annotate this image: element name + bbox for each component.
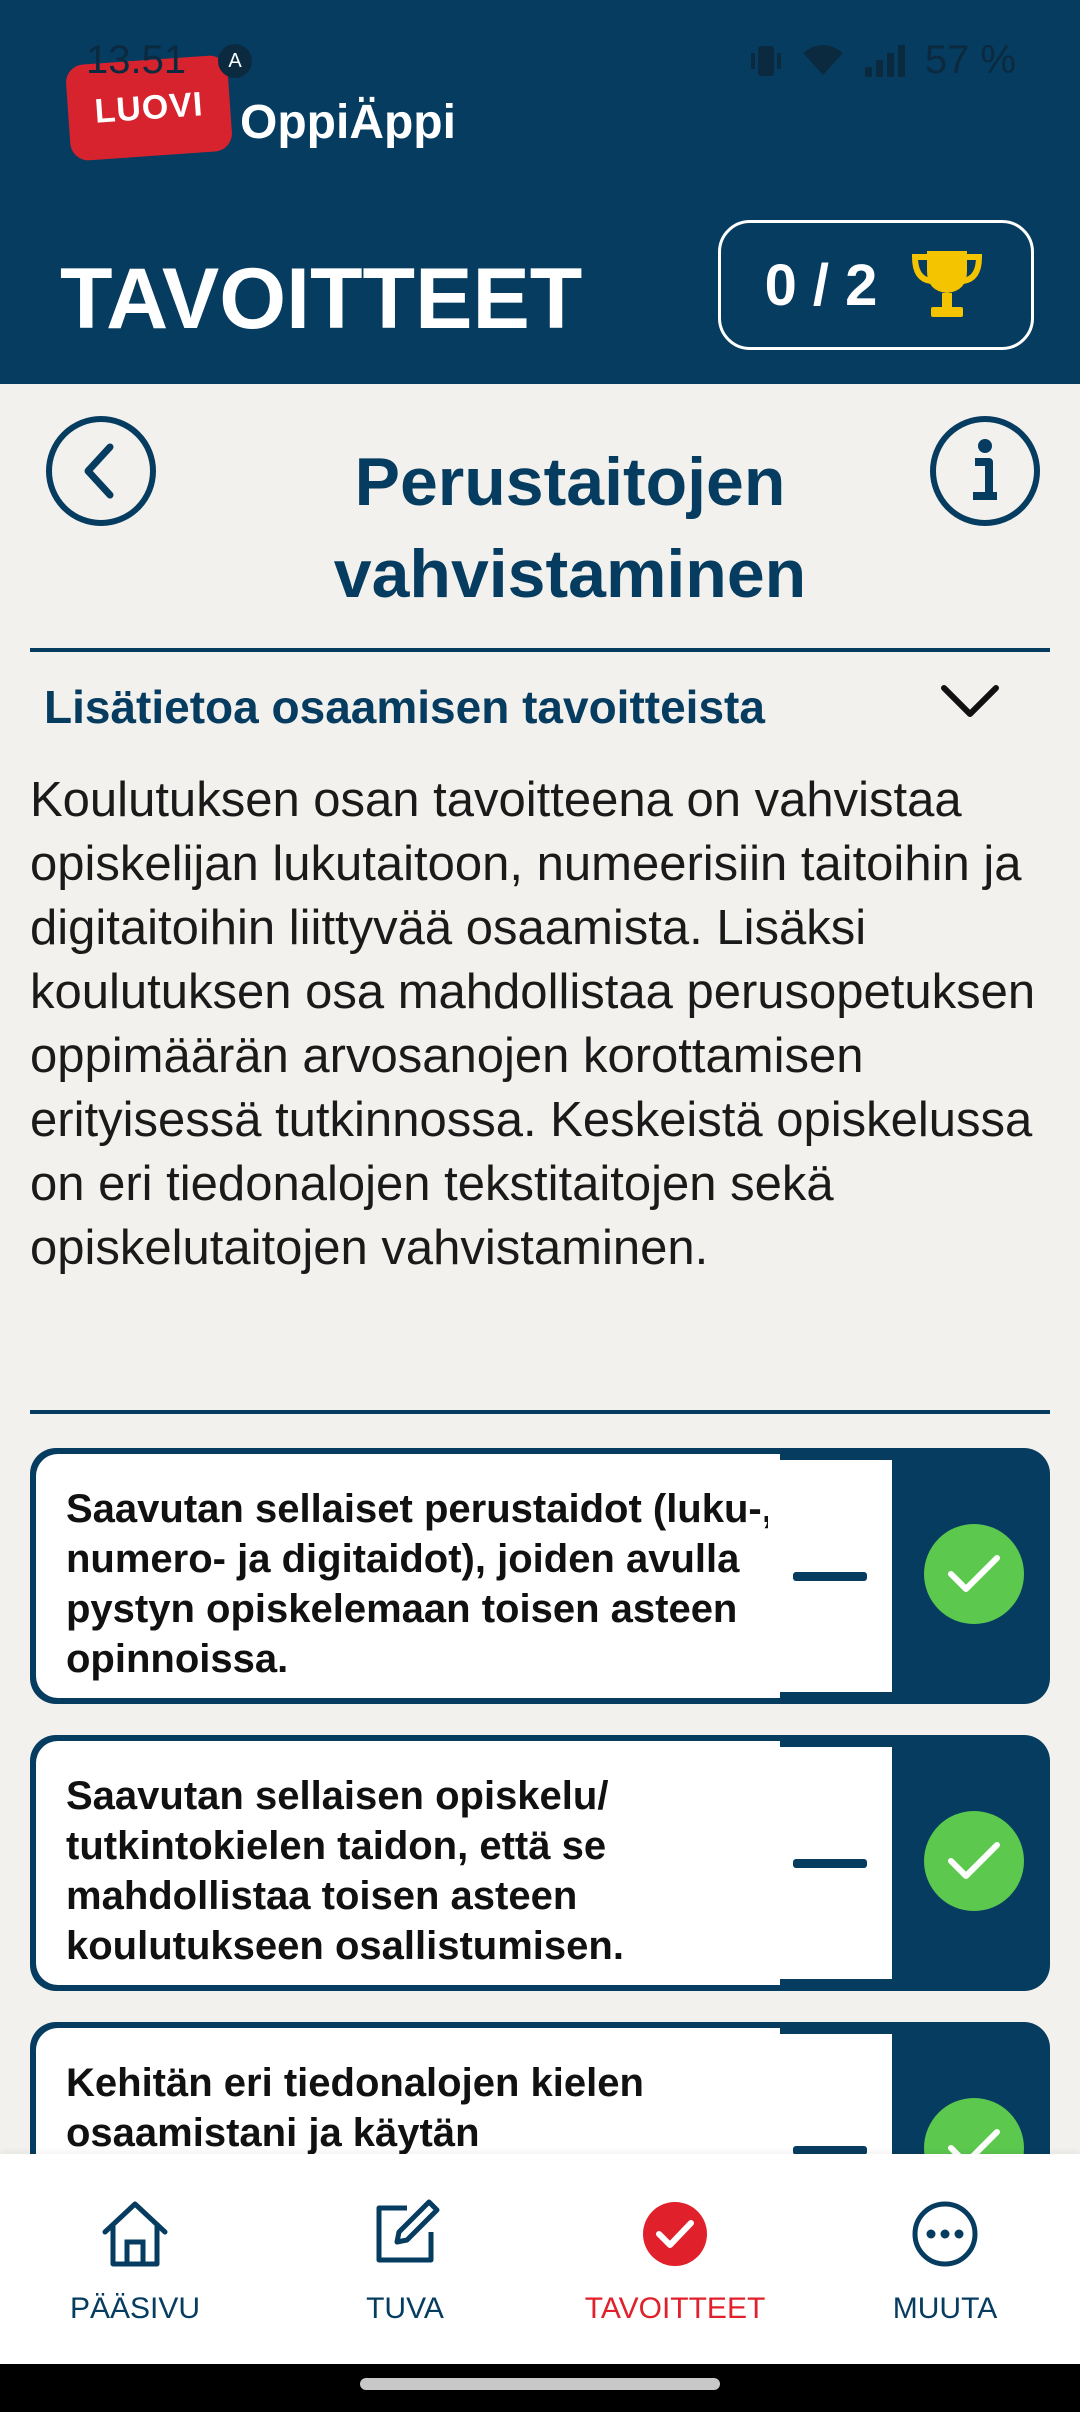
goal-card: Saavutan sellaiset perustaidot (luku-, n…: [30, 1448, 1050, 1704]
wifi-icon: [802, 44, 843, 75]
title-line-2: vahvistaminen: [333, 536, 807, 612]
info-button[interactable]: [930, 416, 1040, 526]
page-title: TAVOITTEET: [60, 251, 583, 347]
divider-top: [30, 648, 1050, 652]
goal-group-header: Perustaitojen vahvistaminen: [30, 384, 1050, 654]
home-icon: [102, 2201, 168, 2267]
minus-icon: [793, 1858, 867, 1868]
nav-label-tuva: TUVA: [366, 2292, 444, 2325]
edit-icon: [376, 2199, 440, 2263]
check-circle-icon: [643, 2202, 707, 2266]
home-gesture-handle[interactable]: [360, 2378, 720, 2390]
goal-card: Saavutan sellaisen opiskelu/ tutkintokie…: [30, 1735, 1050, 1991]
back-button[interactable]: [46, 416, 156, 526]
not-achieved-button[interactable]: [768, 1460, 892, 1692]
not-achieved-button[interactable]: [768, 1747, 892, 1979]
nav-item-muuta[interactable]: MUUTA: [810, 2194, 1080, 2326]
nav-label-home: PÄÄSIVU: [69, 2292, 201, 2325]
more-icon: [912, 2201, 978, 2267]
achieved-button[interactable]: [924, 1811, 1024, 1911]
achieved-button[interactable]: [924, 1524, 1024, 1624]
goal-text: Saavutan sellaiset perustaidot (luku-, n…: [36, 1454, 780, 1698]
nav-item-tavoitteet[interactable]: TAVOITTEET: [540, 2194, 810, 2326]
score-value: 0 / 2: [764, 252, 878, 318]
accordion-title[interactable]: Lisätietoa osaamisen tavoitteista: [44, 680, 765, 734]
status-icons: 57 %: [749, 38, 1016, 83]
chevron-left-icon: [84, 443, 114, 499]
trophy-icon: [912, 251, 983, 317]
info-icon: [973, 439, 997, 500]
goal-text: Saavutan sellaisen opiskelu/ tutkintokie…: [36, 1741, 780, 1985]
nav-label-tavoitteet: TAVOITTEET: [584, 2292, 766, 2325]
chevron-down-icon[interactable]: [940, 682, 1000, 722]
nav-item-tuva[interactable]: TUVA: [270, 2194, 540, 2326]
battery-level: 57 %: [924, 38, 1016, 82]
accordion-description: Koulutuksen osan tavoitteena on vahvista…: [30, 773, 1036, 1275]
nav-item-home[interactable]: PÄÄSIVU: [0, 2194, 270, 2326]
bottom-navigation: PÄÄSIVU TUVA TAVOITTEET MUUTA: [0, 2154, 1080, 2364]
nav-label-muuta: MUUTA: [892, 2292, 998, 2325]
vibrate-icon: [750, 45, 781, 76]
check-icon: [948, 1842, 1000, 1879]
signal-icon: [864, 44, 905, 77]
notification-icon: A: [218, 44, 252, 78]
divider-bottom: [30, 1410, 1050, 1414]
title-line-1: Perustaitojen: [354, 444, 786, 520]
score-badge[interactable]: 0 / 2: [718, 220, 1034, 350]
goal-group-title: Perustaitojen vahvistaminen: [260, 436, 880, 620]
check-icon: [948, 1555, 1000, 1592]
minus-icon: [793, 1571, 867, 1581]
status-time: 13.51: [86, 38, 187, 82]
app-header: LUOVI OppiÄppi 13.51 A 57 % TAVOITTEET 0…: [0, 0, 1080, 384]
app-name: OppiÄppi: [240, 96, 456, 149]
